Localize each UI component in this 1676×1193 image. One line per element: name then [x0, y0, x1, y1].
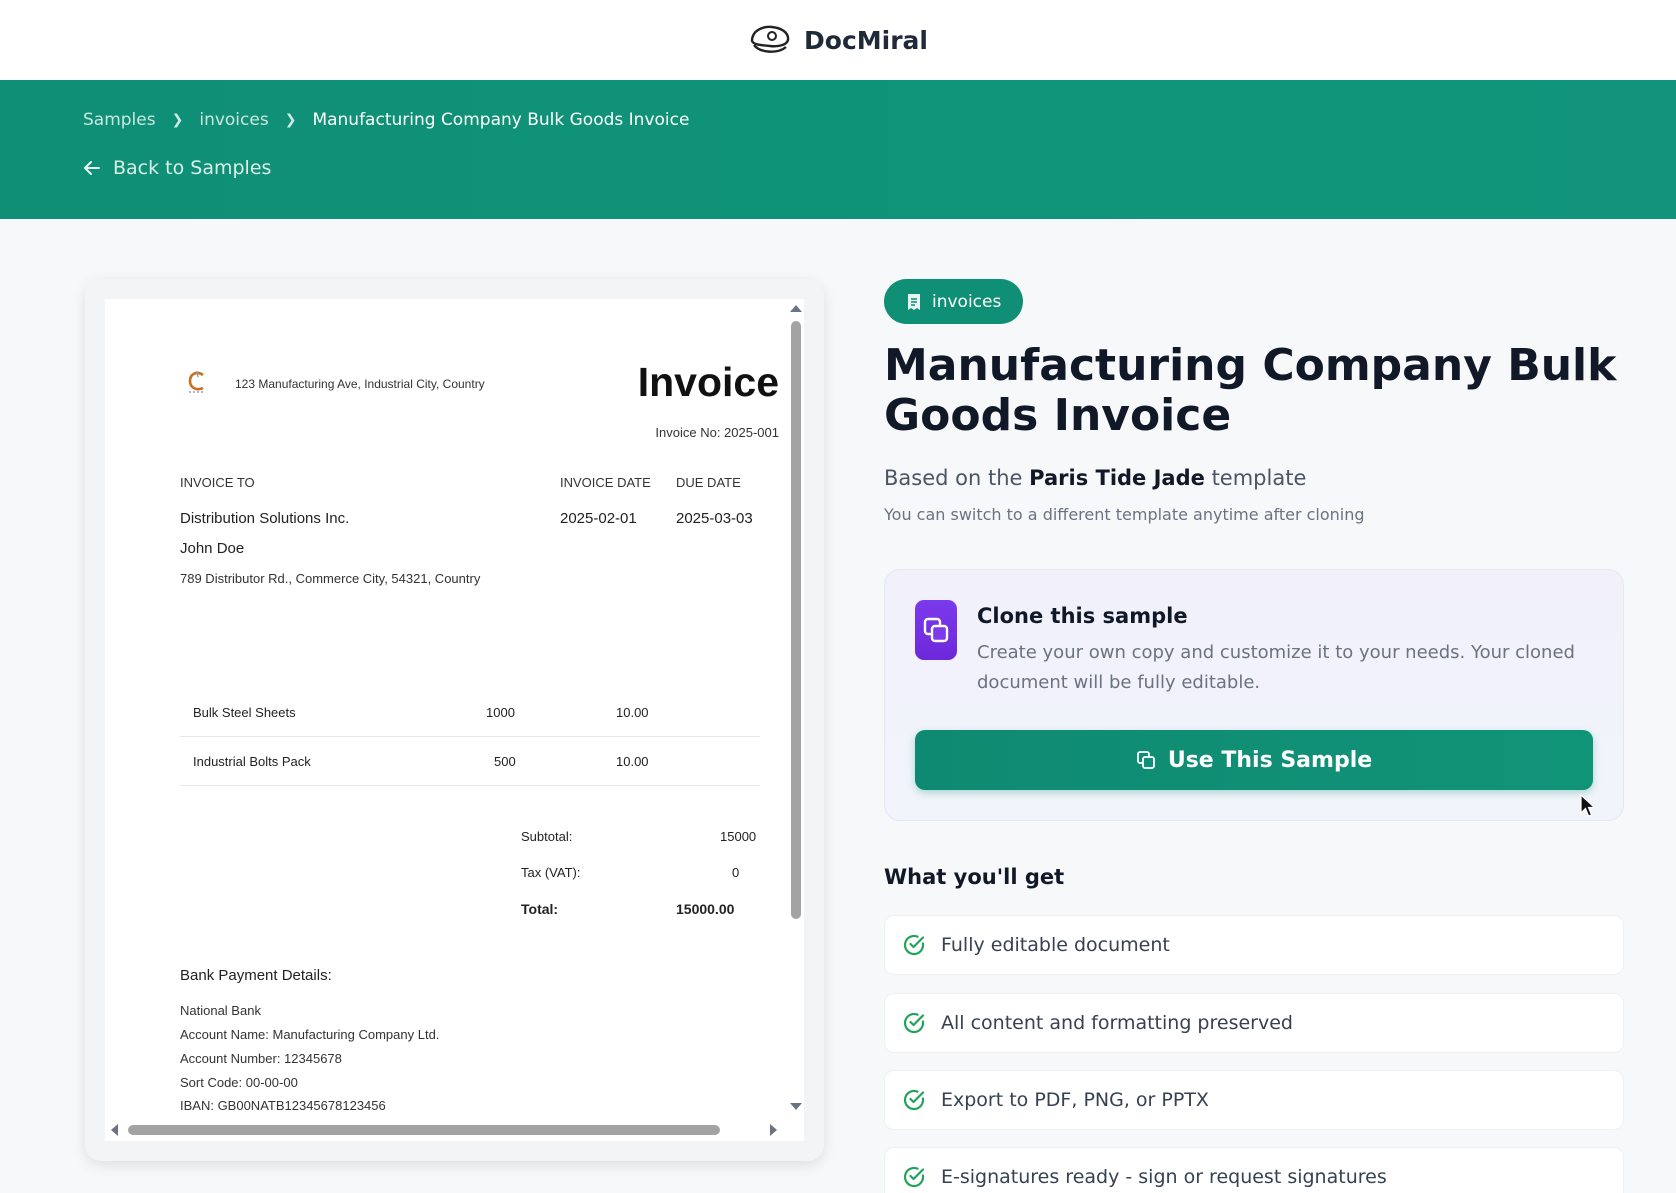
clone-description: Create your own copy and customize it to…	[977, 642, 1575, 693]
template-info: Based on the Paris Tide Jade template	[884, 466, 1306, 490]
features-heading: What you'll get	[884, 865, 1065, 889]
scroll-down-icon[interactable]	[790, 1103, 802, 1110]
feature-item: Fully editable document	[884, 915, 1624, 975]
vertical-scrollbar[interactable]	[786, 299, 804, 1119]
check-circle-icon	[903, 934, 925, 956]
invoice-number: Invoice No: 2025-001	[655, 425, 779, 440]
due-date-label: DUE DATE	[676, 475, 741, 490]
breadcrumb-item-samples[interactable]: Samples	[83, 110, 156, 130]
bank-line: National Bank	[180, 1003, 261, 1018]
bank-heading: Bank Payment Details:	[180, 967, 332, 984]
invoice-date-label: INVOICE DATE	[560, 475, 651, 490]
subtotal-label: Subtotal:	[521, 829, 573, 844]
chevron-right-icon: ❯	[171, 112, 184, 128]
table-divider	[180, 785, 760, 786]
total-value: 15000.00	[676, 901, 735, 917]
chevron-right-icon: ❯	[284, 112, 297, 128]
back-to-samples-link[interactable]: Back to Samples	[83, 157, 271, 179]
template-name: Paris Tide Jade	[1029, 466, 1205, 490]
check-circle-icon	[903, 1089, 925, 1111]
client-company: Distribution Solutions Inc.	[180, 510, 350, 527]
feature-label: Fully editable document	[941, 934, 1170, 956]
line-item-price: 10.00	[616, 705, 649, 720]
line-item-qty: 500	[494, 754, 516, 769]
client-address: 789 Distributor Rd., Commerce City, 5432…	[180, 571, 481, 586]
captain-hat-icon	[750, 25, 790, 53]
breadcrumb-item-invoices[interactable]: invoices	[199, 110, 268, 130]
document-preview-frame[interactable]: 123 Manufacturing Ave, Industrial City, …	[105, 299, 804, 1141]
horizontal-scrollbar[interactable]	[105, 1119, 785, 1141]
scroll-left-icon[interactable]	[111, 1124, 118, 1136]
page-title: Manufacturing Company Bulk Goods Invoice	[884, 340, 1617, 441]
subtotal-value: 15000	[720, 829, 757, 844]
scroll-up-icon[interactable]	[790, 305, 802, 312]
tax-value: 0	[732, 865, 740, 880]
top-bar: DocMiral	[0, 0, 1676, 80]
invoice-date: 2025-02-01	[560, 510, 637, 527]
line-item-description: Bulk Steel Sheets	[193, 705, 296, 720]
hero-band: Samples ❯ invoices ❯ Manufacturing Compa…	[0, 80, 1676, 219]
brand-name: DocMiral	[804, 25, 928, 55]
copy-icon	[1136, 751, 1155, 769]
bank-line: Account Number: 12345678	[180, 1051, 342, 1066]
line-item-qty: 1000	[486, 705, 515, 720]
tax-label: Tax (VAT):	[521, 865, 581, 880]
feature-item: Export to PDF, PNG, or PPTX	[884, 1070, 1624, 1130]
category-chip[interactable]: invoices	[884, 279, 1024, 324]
template-info-suffix: template	[1211, 466, 1307, 490]
invoice-to-label: INVOICE TO	[180, 475, 255, 490]
invoice-document: 123 Manufacturing Ave, Industrial City, …	[105, 299, 785, 1119]
check-circle-icon	[903, 1012, 925, 1034]
clone-title: Clone this sample	[977, 604, 1188, 628]
company-address: 123 Manufacturing Ave, Industrial City, …	[235, 377, 485, 391]
line-item-description: Industrial Bolts Pack	[193, 754, 311, 769]
breadcrumb-item-current: Manufacturing Company Bulk Goods Invoice	[312, 110, 690, 130]
total-label: Total:	[521, 901, 559, 917]
copy-icon	[915, 600, 957, 660]
bank-line: Account Name: Manufacturing Company Ltd.	[180, 1027, 440, 1042]
scroll-right-icon[interactable]	[770, 1124, 777, 1136]
category-chip-label: invoices	[932, 291, 1002, 312]
check-circle-icon	[903, 1166, 925, 1188]
feature-item: E-signatures ready - sign or request sig…	[884, 1147, 1624, 1193]
document-preview-card: 123 Manufacturing Ave, Industrial City, …	[85, 279, 824, 1161]
switch-template-note: You can switch to a different template a…	[884, 505, 1365, 524]
due-date: 2025-03-03	[676, 510, 753, 527]
arrow-left-icon	[84, 161, 100, 175]
brand[interactable]: DocMiral	[748, 23, 928, 57]
feature-label: All content and formatting preserved	[941, 1012, 1293, 1034]
back-link-label: Back to Samples	[113, 157, 272, 179]
mouse-cursor-icon	[1580, 794, 1596, 817]
clone-card: Clone this sample Create your own copy a…	[884, 569, 1624, 821]
feature-item: All content and formatting preserved	[884, 993, 1624, 1053]
breadcrumb: Samples ❯ invoices ❯ Manufacturing Compa…	[83, 110, 689, 130]
feature-label: Export to PDF, PNG, or PPTX	[941, 1089, 1209, 1111]
use-this-sample-label: Use This Sample	[1167, 747, 1373, 773]
bank-line: IBAN: GB00NATB12345678123456	[180, 1098, 386, 1113]
receipt-icon	[908, 293, 920, 310]
horizontal-scroll-thumb[interactable]	[128, 1125, 720, 1135]
invoice-title: Invoice	[637, 359, 779, 405]
feature-label: E-signatures ready - sign or request sig…	[941, 1166, 1387, 1188]
use-this-sample-button[interactable]: Use This Sample	[915, 730, 1593, 790]
vertical-scroll-thumb[interactable]	[791, 321, 801, 919]
template-info-prefix: Based on the	[884, 466, 1023, 490]
company-logo	[188, 370, 205, 393]
table-divider	[180, 736, 760, 737]
bank-line: Sort Code: 00-00-00	[180, 1075, 298, 1090]
line-item-price: 10.00	[616, 754, 649, 769]
client-contact: John Doe	[180, 540, 245, 557]
